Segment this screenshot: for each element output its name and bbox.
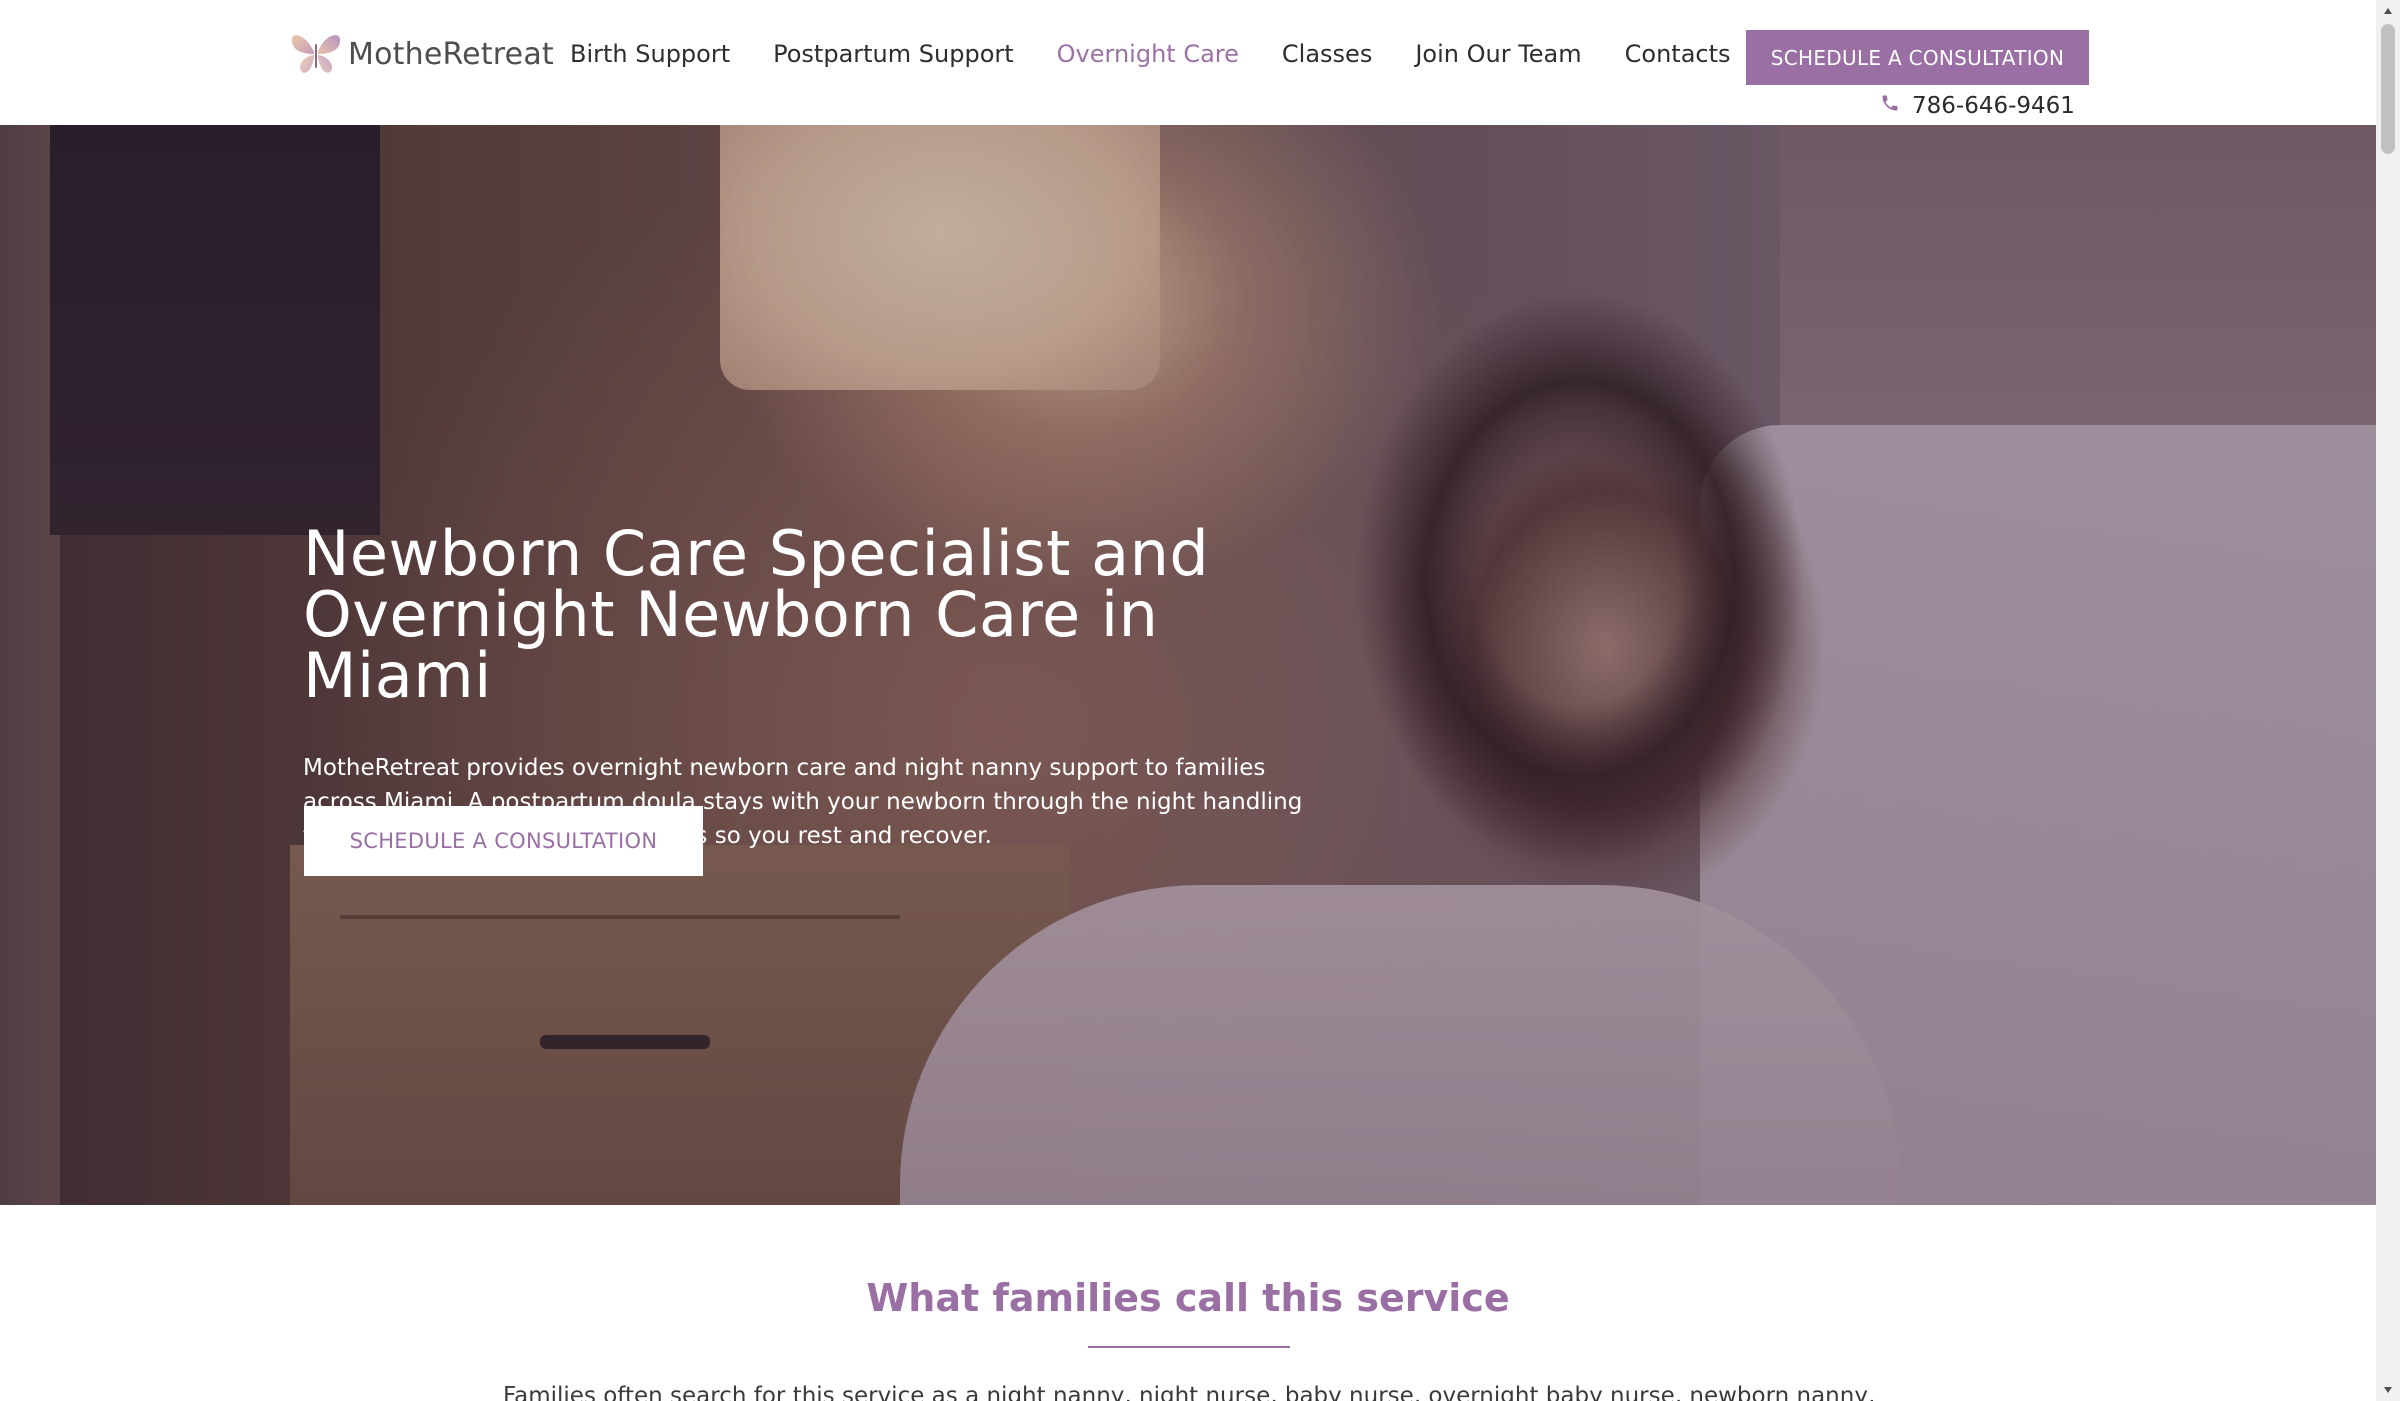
section-text: Families often search for this service a…	[503, 1383, 1876, 1401]
scroll-up-icon[interactable]	[2376, 0, 2400, 22]
butterfly-icon	[288, 28, 344, 81]
hero-section: Newborn Care Specialist and Overnight Ne…	[0, 125, 2376, 1205]
phone-icon	[1880, 93, 1912, 119]
section-title: What families call this service	[866, 1276, 1510, 1320]
hero-title: Newborn Care Specialist and Overnight Ne…	[303, 517, 1210, 712]
brand-name: MotheRetreat	[348, 37, 554, 72]
phone-link[interactable]: 786-646-9461	[1880, 93, 2075, 119]
nav-postpartum-support[interactable]: Postpartum Support	[773, 40, 1014, 68]
header-schedule-consultation-button[interactable]: SCHEDULE A CONSULTATION	[1746, 30, 2089, 85]
page-scrollbar[interactable]	[2376, 0, 2400, 1401]
logo-link[interactable]: MotheRetreat	[288, 28, 554, 81]
nav-classes[interactable]: Classes	[1282, 40, 1372, 68]
phone-number: 786-646-9461	[1912, 93, 2075, 119]
scroll-down-icon[interactable]	[2376, 1379, 2400, 1401]
site-header: MotheRetreat Birth Support Postpartum Su…	[0, 0, 2376, 125]
nav-join-our-team[interactable]: Join Our Team	[1415, 40, 1581, 68]
nav-overnight-care[interactable]: Overnight Care	[1057, 40, 1239, 68]
nav-birth-support[interactable]: Birth Support	[570, 40, 730, 68]
hero-schedule-consultation-button[interactable]: SCHEDULE A CONSULTATION	[304, 806, 703, 876]
scrollbar-thumb[interactable]	[2381, 24, 2395, 154]
section-divider	[1088, 1346, 1290, 1348]
main-nav: Birth Support Postpartum Support Overnig…	[570, 40, 1774, 68]
nav-contacts[interactable]: Contacts	[1625, 40, 1731, 68]
hero-content: Newborn Care Specialist and Overnight Ne…	[303, 523, 1323, 853]
